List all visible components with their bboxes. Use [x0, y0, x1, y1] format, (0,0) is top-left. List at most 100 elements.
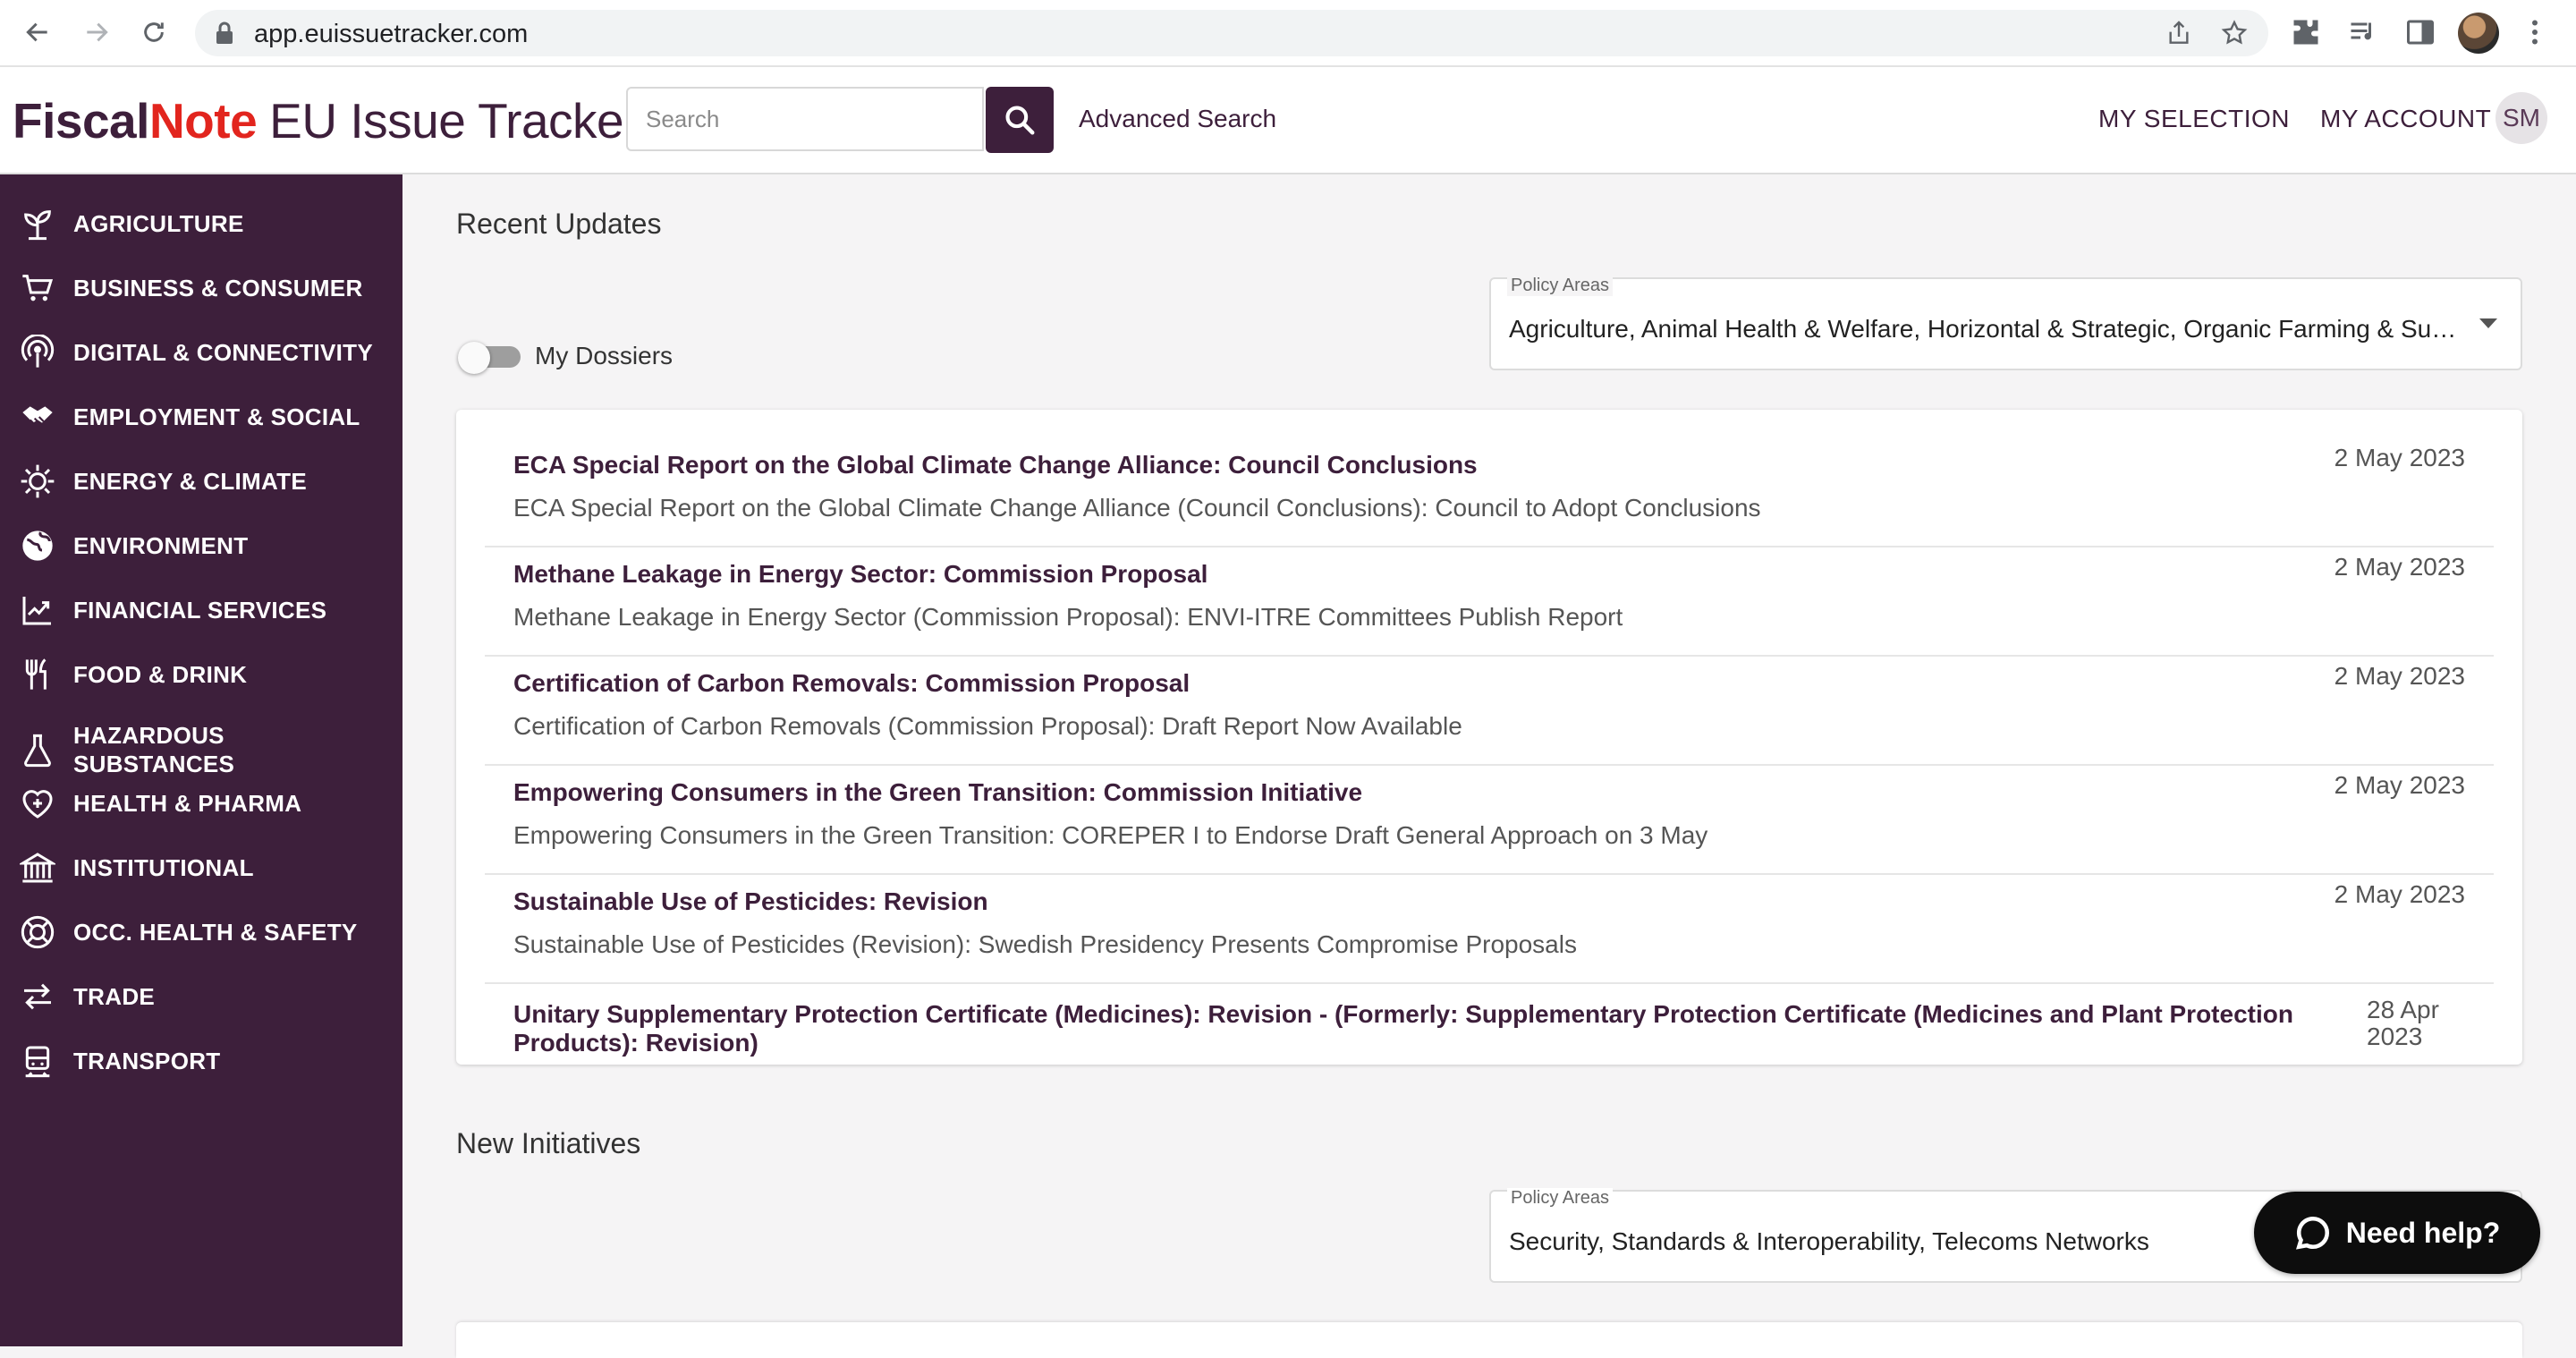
avatar[interactable]: SM — [2496, 92, 2547, 144]
forward-arrow-icon — [87, 22, 108, 42]
list-item[interactable]: Certification of Carbon Removals: Commis… — [485, 655, 2494, 766]
arrows-icon — [18, 977, 57, 1016]
list-item[interactable]: Sustainable Use of Pesticides: Revision S… — [485, 873, 2494, 984]
logo-product: EU Issue Tracker — [269, 93, 640, 149]
sidebar-item-business-consumer[interactable]: BUSINESS & CONSUMER — [0, 268, 402, 308]
broadcast-icon — [18, 333, 57, 372]
extensions-icon[interactable] — [2290, 16, 2322, 48]
my-dossiers-toggle[interactable] — [458, 342, 521, 374]
chat-bubble-icon — [2295, 1216, 2329, 1250]
app-logo[interactable]: FiscalNote EU Issue Tracker — [13, 92, 640, 149]
sidebar-item-food-drink[interactable]: FOOD & DRINK — [0, 655, 402, 694]
list-item[interactable]: Methane Leakage in Energy Sector: Commis… — [485, 546, 2494, 657]
update-title[interactable]: Empowering Consumers in the Green Transi… — [513, 778, 2302, 807]
policy-areas-value: Agriculture, Animal Health & Welfare, Ho… — [1509, 315, 2457, 343]
chart-icon — [18, 590, 57, 630]
search-field[interactable] — [626, 87, 984, 151]
sidebar-item-label: ENERGY & CLIMATE — [73, 468, 307, 495]
sidebar-item-label: BUSINESS & CONSUMER — [73, 275, 363, 301]
forward-button[interactable] — [79, 14, 114, 50]
sidebar-item-occ-health-safety[interactable]: OCC. HEALTH & SAFETY — [0, 912, 402, 952]
app-header: FiscalNoteEU Issue Tracker Advanced Sear… — [0, 67, 2576, 174]
sidebar-item-trade[interactable]: TRADE — [0, 977, 402, 1016]
browser-profile-avatar[interactable] — [2458, 13, 2499, 54]
reload-icon — [144, 22, 164, 42]
update-subtitle: Certification of Carbon Removals (Commis… — [513, 712, 1462, 740]
update-date: 2 May 2023 — [2334, 771, 2465, 799]
my-account-link[interactable]: MY ACCOUNT — [2320, 105, 2491, 133]
sidebar-item-health-pharma[interactable]: HEALTH & PHARMA — [0, 784, 402, 823]
sidebar-item-financial-services[interactable]: FINANCIAL SERVICES — [0, 590, 402, 630]
update-date: 28 Apr 2023 — [2367, 996, 2439, 1050]
sun-icon — [18, 462, 57, 501]
cart-icon — [18, 268, 57, 308]
side-panel-icon[interactable] — [2404, 16, 2436, 48]
update-subtitle: ECA Special Report on the Global Climate… — [513, 494, 1761, 522]
train-icon — [18, 1041, 57, 1081]
sidebar-item-institutional[interactable]: INSTITUTIONAL — [0, 848, 402, 887]
list-item[interactable]: Empowering Consumers in the Green Transi… — [485, 764, 2494, 875]
update-title[interactable]: Sustainable Use of Pesticides: Revision — [513, 887, 2302, 916]
sidebar-item-agriculture[interactable]: AGRICULTURE — [0, 204, 402, 243]
update-title[interactable]: ECA Special Report on the Global Climate… — [513, 451, 2302, 480]
building-icon — [18, 848, 57, 887]
search-input[interactable] — [628, 89, 982, 149]
update-title[interactable]: Methane Leakage in Energy Sector: Commis… — [513, 560, 2302, 589]
search-icon — [1005, 106, 1035, 135]
lock-icon — [216, 21, 233, 44]
sidebar-item-employment-social[interactable]: EMPLOYMENT & SOCIAL — [0, 397, 402, 437]
globe-icon — [18, 526, 57, 565]
sidebar-item-digital-connectivity[interactable]: DIGITAL & CONNECTIVITY — [0, 333, 402, 372]
my-dossiers-label: My Dossiers — [535, 342, 674, 369]
recent-updates-list: ECA Special Report on the Global Climate… — [456, 410, 2522, 1065]
handshake-icon — [18, 397, 57, 437]
list-item[interactable]: ECA Special Report on the Global Climate… — [485, 437, 2494, 547]
address-bar[interactable]: app.euissuetracker.com — [195, 10, 2268, 56]
bookmark-star-icon[interactable] — [2220, 19, 2249, 47]
sidebar-item-label: OCC. HEALTH & SAFETY — [73, 919, 358, 946]
new-initiatives-list — [456, 1322, 2522, 1358]
sidebar-item-label: TRADE — [73, 983, 156, 1010]
sidebar: AGRICULTURE BUSINESS & CONSUMER DIGITAL & … — [0, 174, 402, 1346]
toggle-knob — [458, 342, 490, 374]
lifebuoy-icon — [18, 912, 57, 952]
logo-fiscal: Fiscal — [13, 93, 149, 149]
sidebar-item-environment[interactable]: ENVIRONMENT — [0, 526, 402, 565]
utensils-icon — [18, 655, 57, 694]
logo-note: Note — [148, 93, 258, 149]
need-help-button[interactable]: Need help? — [2254, 1192, 2540, 1274]
advanced-search-link[interactable]: Advanced Search — [1079, 105, 1276, 133]
sidebar-item-energy-climate[interactable]: ENERGY & CLIMATE — [0, 462, 402, 501]
search-button[interactable] — [986, 87, 1054, 153]
update-date: 2 May 2023 — [2334, 662, 2465, 690]
sidebar-item-label: FINANCIAL SERVICES — [73, 597, 327, 624]
update-subtitle: Empowering Consumers in the Green Transi… — [513, 821, 1708, 849]
reload-button[interactable] — [136, 14, 172, 50]
sidebar-item-transport[interactable]: TRANSPORT — [0, 1041, 402, 1081]
url-text[interactable]: app.euissuetracker.com — [254, 20, 528, 49]
update-date: 2 May 2023 — [2334, 880, 2465, 908]
browser-menu-icon[interactable] — [2528, 16, 2542, 48]
update-title[interactable]: Unitary Supplementary Protection Certifi… — [513, 1000, 2302, 1057]
recent-policy-areas-select[interactable]: Policy Areas Agriculture, Animal Health … — [1489, 276, 2522, 370]
list-item[interactable]: Unitary Supplementary Protection Certifi… — [485, 982, 2494, 1065]
flask-icon — [18, 731, 57, 770]
policy-areas-label: Policy Areas — [1507, 276, 1614, 296]
sidebar-item-label: TRANSPORT — [73, 1048, 221, 1074]
my-selection-link[interactable]: MY SELECTION — [2098, 105, 2290, 133]
update-subtitle: Methane Leakage in Energy Sector (Commis… — [513, 603, 1623, 631]
new-initiatives-title: New Initiatives — [456, 1127, 641, 1159]
update-subtitle: Sustainable Use of Pesticides (Revision)… — [513, 930, 1577, 958]
sidebar-item-label: INSTITUTIONAL — [73, 854, 254, 881]
heart-plus-icon — [18, 784, 57, 823]
back-button[interactable] — [20, 14, 55, 50]
update-title[interactable]: Certification of Carbon Removals: Commis… — [513, 669, 2302, 698]
share-icon[interactable] — [2165, 19, 2193, 47]
browser-toolbar: app.euissuetracker.com — [0, 0, 2576, 67]
sidebar-item-label: AGRICULTURE — [73, 210, 244, 237]
policy-areas-label: Policy Areas — [1507, 1188, 1614, 1209]
sidebar-item-label: HEALTH & PHARMA — [73, 790, 302, 817]
sidebar-item-label: HAZARDOUS SUBSTANCES — [73, 722, 235, 777]
media-icon[interactable] — [2347, 16, 2379, 48]
sidebar-item-hazardous-substances[interactable]: HAZARDOUS SUBSTANCES — [0, 721, 402, 780]
